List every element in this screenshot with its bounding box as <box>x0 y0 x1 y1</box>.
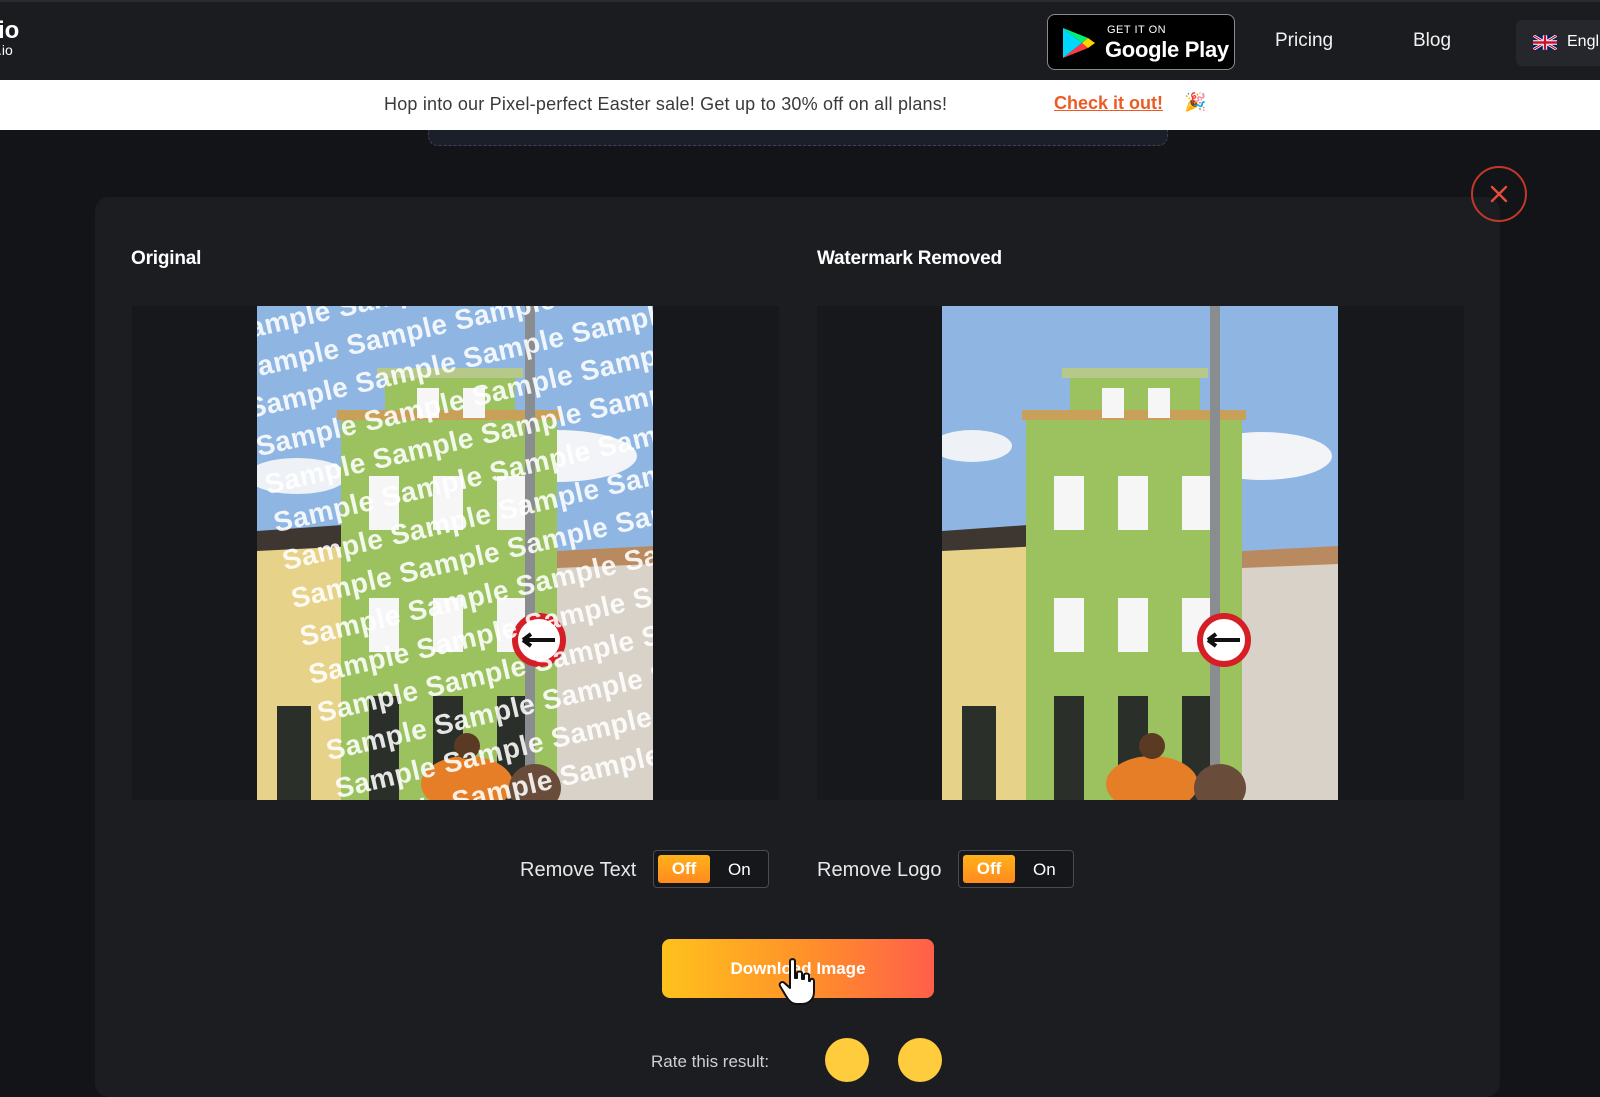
remove-text-toggle[interactable]: Off On <box>653 850 769 888</box>
hand-cursor-icon <box>778 958 815 1005</box>
site-logo[interactable]: io .io <box>0 19 19 59</box>
upload-dropzone-edge <box>428 130 1168 146</box>
language-selector[interactable]: Engl <box>1516 20 1600 66</box>
sad-face-icon[interactable] <box>825 1038 869 1082</box>
original-title: Original <box>131 248 202 269</box>
remove-text-label: Remove Text <box>520 859 637 881</box>
removed-image-frame <box>817 306 1464 800</box>
original-image-frame: Sample Sample Sample Sample Sample Sampl… <box>132 306 779 800</box>
remove-logo-off-option[interactable]: Off <box>963 855 1015 883</box>
original-image: Sample Sample Sample Sample Sample Sampl… <box>257 306 653 800</box>
watermark-removed-image <box>942 306 1338 800</box>
remove-text-off-option[interactable]: Off <box>658 855 710 883</box>
close-button[interactable] <box>1471 166 1527 222</box>
google-play-badge[interactable]: GET IT ON Google Play <box>1047 14 1235 70</box>
uk-flag-icon <box>1533 35 1557 50</box>
grimace-face-icon[interactable] <box>898 1038 942 1082</box>
party-popper-icon: 🎉 <box>1184 92 1207 112</box>
remove-logo-on-option[interactable]: On <box>1033 860 1056 880</box>
remove-text-on-option[interactable]: On <box>728 860 751 880</box>
top-nav-bar: io .io GET IT ON Google Play Pricing Blo… <box>0 0 1600 80</box>
nav-pricing[interactable]: Pricing <box>1275 30 1333 52</box>
nav-blog[interactable]: Blog <box>1413 30 1451 52</box>
promo-message: Hop into our Pixel-perfect Easter sale! … <box>384 94 948 114</box>
close-icon <box>1490 185 1508 203</box>
remove-logo-label: Remove Logo <box>817 859 942 881</box>
watermark-removed-title: Watermark Removed <box>817 248 1002 269</box>
remove-logo-toggle[interactable]: Off On <box>958 850 1074 888</box>
google-play-icon <box>1063 28 1095 58</box>
promo-cta-link[interactable]: Check it out! <box>1054 93 1163 114</box>
rate-result-label: Rate this result: <box>651 1052 770 1071</box>
promo-banner: Hop into our Pixel-perfect Easter sale! … <box>0 80 1600 130</box>
